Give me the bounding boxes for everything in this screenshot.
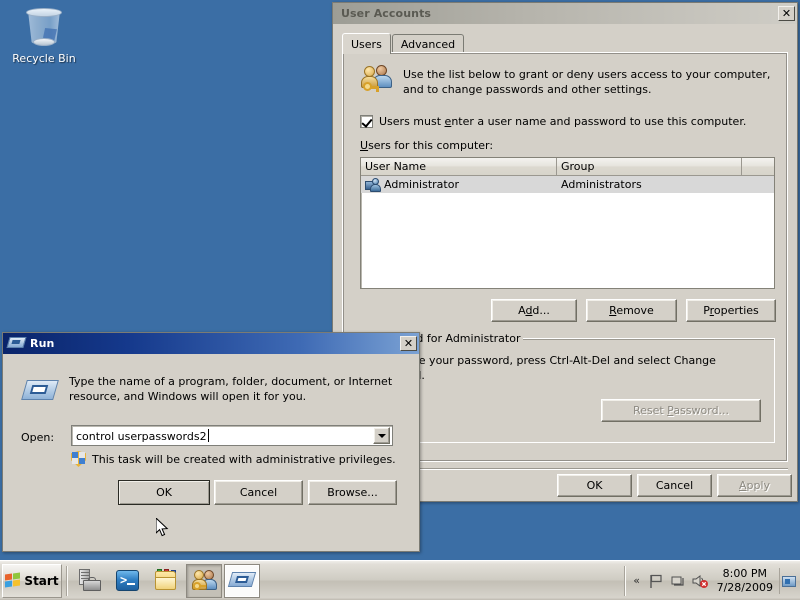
user-accounts-icon	[191, 568, 217, 594]
taskbar-server-manager[interactable]	[72, 564, 108, 598]
column-header-user-name[interactable]: User Name	[361, 158, 557, 176]
taskbar-windows-explorer[interactable]	[148, 564, 184, 598]
uac-note-row: This task will be created with administr…	[71, 451, 396, 467]
clock-date: 7/28/2009	[716, 581, 773, 594]
properties-button[interactable]: Properties	[686, 299, 776, 322]
password-groupbox-text: To change your password, press Ctrl-Alt-…	[370, 354, 716, 382]
recycle-bin-label: Recycle Bin	[12, 52, 76, 65]
ok-button[interactable]: OK	[557, 474, 632, 497]
users-key-icon	[361, 65, 395, 95]
cell-group: Administrators	[561, 178, 642, 191]
run-icon	[21, 375, 59, 405]
run-description: Type the name of a program, folder, docu…	[69, 375, 393, 403]
flag-icon[interactable]	[647, 572, 665, 590]
require-password-checkbox-row[interactable]: Users must enter a user name and passwor…	[360, 115, 746, 128]
password-groupbox: Password for Administrator To change you…	[360, 332, 775, 443]
tray-divider	[623, 566, 626, 596]
run-title: Run	[30, 337, 55, 350]
reset-password-button[interactable]: Reset Password...	[601, 399, 761, 422]
taskbar-powershell[interactable]: >	[110, 564, 146, 598]
add-button[interactable]: Add...	[491, 299, 577, 322]
column-header-filler	[742, 158, 774, 176]
taskbar-user-accounts[interactable]	[186, 563, 222, 598]
require-password-label: Users must enter a user name and passwor…	[379, 115, 747, 128]
uac-note-text: This task will be created with administr…	[92, 452, 396, 466]
user-accounts-tabstrip[interactable]: Users Advanced	[342, 33, 465, 54]
table-row[interactable]: Administrator Administrators	[361, 176, 774, 193]
run-browse-button[interactable]: Browse...	[308, 480, 397, 505]
windows-logo-icon	[5, 572, 21, 588]
close-icon[interactable]: ✕	[778, 6, 795, 21]
remove-button[interactable]: Remove	[586, 299, 677, 322]
run-open-combobox[interactable]: control userpasswords2	[71, 425, 393, 446]
users-list-label: Users for this computer:	[360, 139, 494, 152]
open-label: Open:	[21, 431, 55, 444]
users-listview[interactable]: User Name Group Administrator Administra…	[360, 157, 775, 289]
run-open-input[interactable]: control userpasswords2	[72, 428, 373, 443]
clock[interactable]: 8:00 PM 7/28/2009	[717, 567, 773, 595]
recycle-bin-icon	[21, 4, 67, 50]
folder-icon	[153, 568, 179, 594]
taskbar-run[interactable]	[224, 563, 260, 598]
chevron-down-icon[interactable]	[373, 427, 390, 444]
apply-button[interactable]: Apply	[717, 474, 792, 497]
desktop[interactable]: Recycle Bin User Accounts ✕ Users Advanc…	[0, 0, 800, 600]
taskbar-divider	[66, 565, 68, 596]
user-accounts-title: User Accounts	[341, 7, 432, 20]
run-titlebar[interactable]: Run ✕	[3, 333, 419, 354]
user-account-icon	[365, 177, 381, 192]
taskbar[interactable]: Start > « 8:00 PM 7/28/2009	[0, 560, 800, 600]
tab-users[interactable]: Users	[342, 33, 391, 54]
users-info-text: Use the list below to grant or deny user…	[403, 68, 771, 96]
require-password-checkbox[interactable]	[360, 115, 373, 128]
show-hidden-icons-chevron-icon[interactable]: «	[631, 572, 643, 590]
user-accounts-titlebar[interactable]: User Accounts ✕	[333, 3, 797, 24]
tab-advanced[interactable]: Advanced	[391, 34, 465, 53]
column-header-group[interactable]: Group	[557, 158, 742, 176]
system-tray[interactable]: « 8:00 PM 7/28/2009	[623, 561, 800, 601]
clock-time: 8:00 PM	[722, 567, 767, 580]
cell-user-name: Administrator	[361, 177, 557, 192]
run-cancel-button[interactable]: Cancel	[214, 480, 303, 505]
mouse-cursor	[155, 516, 170, 539]
desktop-icon-recycle-bin[interactable]: Recycle Bin	[8, 4, 80, 65]
close-icon[interactable]: ✕	[400, 336, 417, 351]
start-button-label: Start	[24, 573, 59, 588]
run-taskbar-icon	[227, 568, 257, 594]
show-desktop-button[interactable]	[779, 568, 797, 594]
volume-muted-icon[interactable]	[691, 572, 709, 590]
users-listview-header: User Name Group	[361, 158, 774, 176]
show-desktop-icon	[781, 575, 796, 587]
run-ok-button[interactable]: OK	[118, 480, 210, 505]
run-window-icon	[6, 337, 27, 350]
run-window[interactable]: Run ✕ Type the name of a program, folder…	[2, 332, 420, 552]
server-manager-icon	[77, 568, 103, 594]
start-button[interactable]: Start	[2, 563, 62, 598]
powershell-icon: >	[115, 568, 141, 594]
shield-icon	[71, 451, 86, 467]
user-name-text: Administrator	[384, 178, 459, 191]
text-caret	[207, 428, 209, 442]
network-icon[interactable]	[669, 572, 687, 590]
cancel-button[interactable]: Cancel	[637, 474, 712, 497]
